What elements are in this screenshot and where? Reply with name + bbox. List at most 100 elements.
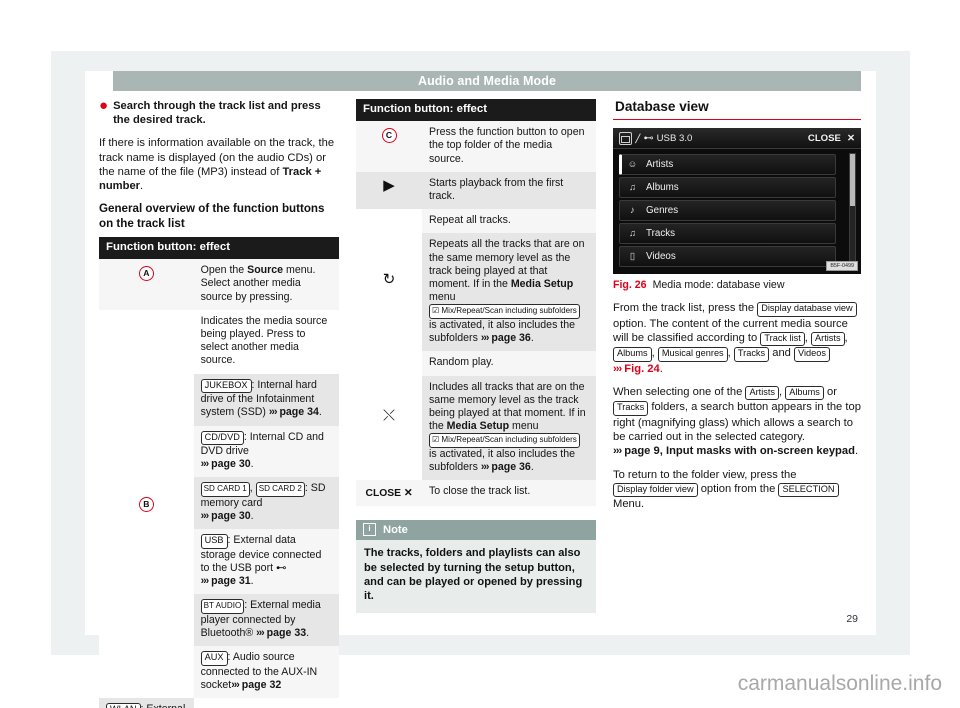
row-text-close: To close the track list.: [429, 485, 531, 498]
manual-page: Audio and Media Mode ● Search through th…: [85, 71, 876, 708]
p1-b3: ,: [844, 331, 848, 344]
row-text-a-bold: Source: [247, 264, 284, 277]
page-ref[interactable]: ››› page 9, Input masks with on-screen k…: [613, 445, 855, 457]
videos-button[interactable]: Videos: [794, 347, 830, 362]
artists-button[interactable]: Artists: [811, 331, 845, 347]
shuffle-detail-bold: Media Setup: [446, 420, 510, 433]
screen-close-button[interactable]: CLOSE ✕: [808, 128, 855, 148]
list-item-label: Artists: [646, 159, 674, 170]
media-source-item: JUKEBOX: Internal hard drive of the Info…: [200, 378, 322, 419]
tracks-button[interactable]: Tracks: [733, 347, 770, 362]
column-left: ● Search through the track list and pres…: [99, 97, 339, 708]
row-key-play: ▶: [356, 172, 422, 209]
artists-button[interactable]: Artists: [745, 385, 780, 401]
row-text-play: Starts playback from the first track.: [429, 176, 564, 203]
database-list: ☺ Artists ♫ Albums ♪ Genres ♫ Tracks ▯ V…: [613, 149, 861, 273]
page-number: 29: [846, 613, 858, 625]
figure-ref[interactable]: ››› Fig. 24: [613, 363, 660, 375]
usb-icon: ⊷: [643, 132, 654, 144]
scrollbar-thumb[interactable]: [850, 154, 855, 206]
table-row: CLOSE ✕ To close the track list.: [356, 480, 596, 507]
bt-audio-button[interactable]: BT AUDIO: [200, 599, 245, 614]
screen-scrollbar[interactable]: [849, 153, 856, 263]
row-key-b: B: [99, 310, 194, 698]
display-database-view-button[interactable]: Display database view: [757, 302, 857, 317]
info-icon: i: [363, 523, 376, 537]
list-item-label: Videos: [646, 251, 676, 262]
table-header-row: Function button: effect: [99, 237, 339, 260]
row-key-c: C: [356, 121, 422, 172]
page-ref[interactable]: ››› page 31: [201, 575, 251, 587]
content-columns: ● Search through the track list and pres…: [99, 98, 861, 708]
table-row-repeat-top: ↻ Repeat all tracks.: [356, 209, 596, 287]
repeat-detail-c: menu: [429, 291, 456, 304]
table-row: A Open the Source menu. Select another m…: [99, 259, 339, 310]
screen-top-bar: / ⊷ USB 3.0 CLOSE ✕: [613, 128, 861, 149]
mix-repeat-scan-subfolders-button[interactable]: ☑ Mix/Repeat/Scan including subfolders: [429, 304, 580, 319]
table-row: ▶ Starts playback from the first track.: [356, 171, 596, 210]
monitor-icon: ▯: [629, 251, 636, 262]
jukebox-button[interactable]: JUKEBOX: [200, 378, 252, 394]
wlan-button[interactable]: WLAN: [106, 703, 141, 708]
left-paragraph-1-c: .: [140, 180, 144, 193]
table-row-shuffle-top: ⤬ Random play.: [356, 351, 596, 423]
page-ref[interactable]: ››› page 36: [481, 332, 531, 344]
p1-a: From the track list, press the: [613, 302, 758, 314]
page-ref[interactable]: ››› page 36: [481, 461, 531, 473]
repeat-icon: ↻: [382, 271, 396, 289]
source-tab[interactable]: / ⊷ USB 3.0: [613, 128, 698, 148]
track-list-button[interactable]: Track list: [760, 331, 805, 347]
page-ref[interactable]: ››› page 30: [201, 458, 251, 470]
note-title: Note: [383, 523, 408, 536]
usb-button[interactable]: USB: [200, 534, 228, 549]
close-button-label[interactable]: CLOSE ✕: [366, 488, 413, 499]
p1-b4: ,: [651, 347, 658, 360]
page-ref[interactable]: ››› page 33: [256, 627, 306, 639]
sd-card-2-button[interactable]: SD CARD 2: [255, 482, 305, 497]
media-source-item: WLAN: External audio source connected by…: [99, 698, 194, 708]
aux-button[interactable]: AUX: [200, 651, 228, 666]
column-right: Database view / ⊷ USB 3.0 CLOSE ✕ ☺ Arti…: [613, 99, 861, 520]
close-icon: ✕: [846, 132, 855, 144]
row-b-intro-text: Indicates the media source being played.…: [200, 314, 328, 367]
bullet-dot-icon: ●: [99, 97, 109, 114]
p3-b: option from the: [697, 482, 779, 495]
tracks-button[interactable]: Tracks: [613, 401, 649, 416]
list-item-genres[interactable]: ♪ Genres: [619, 200, 836, 221]
media-source-item: SD CARD 1, SD CARD 2: SD memory card ›››…: [200, 482, 326, 523]
figure-number: Fig. 26: [613, 279, 647, 291]
sd-card-1-button[interactable]: SD CARD 1: [200, 482, 250, 497]
albums-button[interactable]: Albums: [613, 347, 652, 362]
media-source-item: USB: External data storage device connec…: [200, 534, 322, 588]
list-item-videos[interactable]: ▯ Videos: [619, 246, 836, 267]
play-icon: ▶: [383, 176, 395, 194]
page-ref[interactable]: ››› page 34: [269, 406, 319, 418]
row-text-a-part1: Open the: [200, 264, 248, 277]
checkbox-icon: ☑: [432, 435, 440, 445]
page-ref[interactable]: ››› page 30: [201, 510, 251, 522]
table-header-cell: Function button: effect: [99, 237, 339, 260]
display-folder-view-button[interactable]: Display folder view: [613, 482, 698, 498]
list-item-tracks[interactable]: ♫ Tracks: [619, 223, 836, 244]
row-key-shuffle: ⤬: [356, 351, 422, 480]
function-button-table-middle: Function button: effect C Press the func…: [356, 99, 596, 507]
figure-caption: Fig. 26 Media mode: database view: [613, 279, 861, 292]
p2-a: When selecting one of the: [613, 385, 746, 398]
p1-b6: and: [769, 347, 794, 360]
note-body: The tracks, folders and playlists can al…: [356, 540, 596, 613]
note-icon: ♫: [628, 228, 637, 239]
list-item-albums[interactable]: ♫ Albums: [619, 177, 836, 198]
selection-button[interactable]: SELECTION: [778, 482, 839, 498]
mix-repeat-scan-subfolders-button[interactable]: ☑ Mix/Repeat/Scan including subfolders: [429, 433, 580, 448]
repeat-detail-bold: Media Setup: [510, 278, 574, 291]
list-item-artists[interactable]: ☺ Artists: [619, 154, 836, 175]
musical-genres-button[interactable]: Musical genres: [657, 347, 728, 362]
left-paragraph-1: If there is information available on the…: [99, 136, 339, 193]
p3-c: Menu.: [613, 498, 645, 511]
table-row: C Press the function button to open the …: [356, 121, 596, 172]
cd-dvd-button[interactable]: CD/DVD: [200, 430, 244, 446]
running-header: Audio and Media Mode: [113, 71, 861, 91]
p3-a: To return to the folder view, press the: [613, 468, 797, 481]
albums-button[interactable]: Albums: [785, 385, 824, 401]
album-icon: ♫: [628, 182, 637, 193]
